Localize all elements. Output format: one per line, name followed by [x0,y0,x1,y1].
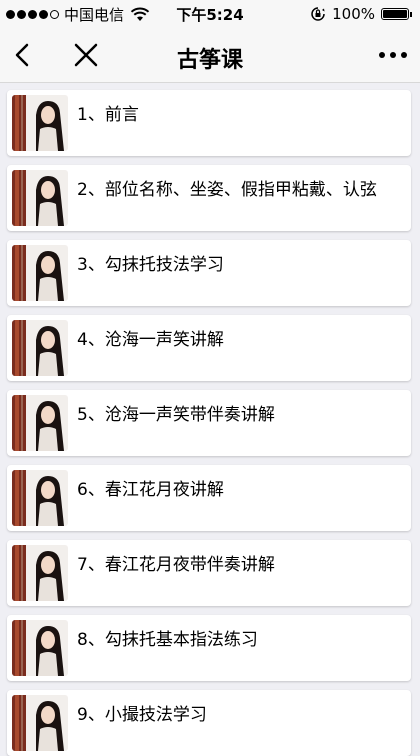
lesson-thumbnail [12,395,68,451]
lesson-title: 3、勾抹托技法学习 [77,255,224,275]
lesson-thumbnail [12,95,68,151]
more-icon [379,52,407,58]
page-title: 古筝课 [176,48,243,73]
lesson-title: 2、部位名称、坐姿、假指甲粘戴、认弦 [77,180,377,200]
status-bar: 中国电信 下午5:24 100% [0,0,420,28]
lesson-thumbnail [12,545,68,601]
lesson-thumbnail [12,245,68,301]
lesson-item[interactable]: 9、小撮技法学习 [7,690,411,756]
status-right: 100% [310,4,412,24]
lesson-thumbnail [12,470,68,526]
lesson-item[interactable]: 2、部位名称、坐姿、假指甲粘戴、认弦 [7,165,411,231]
lesson-title: 6、春江花月夜讲解 [77,480,224,500]
lesson-title: 5、沧海一声笑带伴奏讲解 [77,405,275,425]
lesson-thumbnail [12,620,68,676]
lesson-item[interactable]: 3、勾抹托技法学习 [7,240,411,306]
lesson-thumbnail [12,695,68,751]
lesson-item[interactable]: 4、沧海一声笑讲解 [7,315,411,381]
lesson-thumbnail [12,170,68,226]
lesson-title: 1、前言 [77,105,139,125]
lesson-title: 7、春江花月夜带伴奏讲解 [77,555,275,575]
more-button[interactable] [376,40,410,70]
battery-percent: 100% [332,5,375,23]
lesson-item[interactable]: 1、前言 [7,90,411,156]
battery-icon [381,8,409,20]
battery-nub [410,11,412,17]
lesson-item[interactable]: 7、春江花月夜带伴奏讲解 [7,540,411,606]
lesson-item[interactable]: 8、勾抹托基本指法练习 [7,615,411,681]
lesson-title: 4、沧海一声笑讲解 [77,330,224,350]
lesson-item[interactable]: 6、春江花月夜讲解 [7,465,411,531]
lesson-title: 9、小撮技法学习 [77,705,207,725]
orientation-lock-icon [311,7,325,21]
lesson-item[interactable]: 5、沧海一声笑带伴奏讲解 [7,390,411,456]
nav-bar: 古筝课 [0,28,420,83]
lesson-title: 8、勾抹托基本指法练习 [77,630,258,650]
lesson-thumbnail [12,320,68,376]
